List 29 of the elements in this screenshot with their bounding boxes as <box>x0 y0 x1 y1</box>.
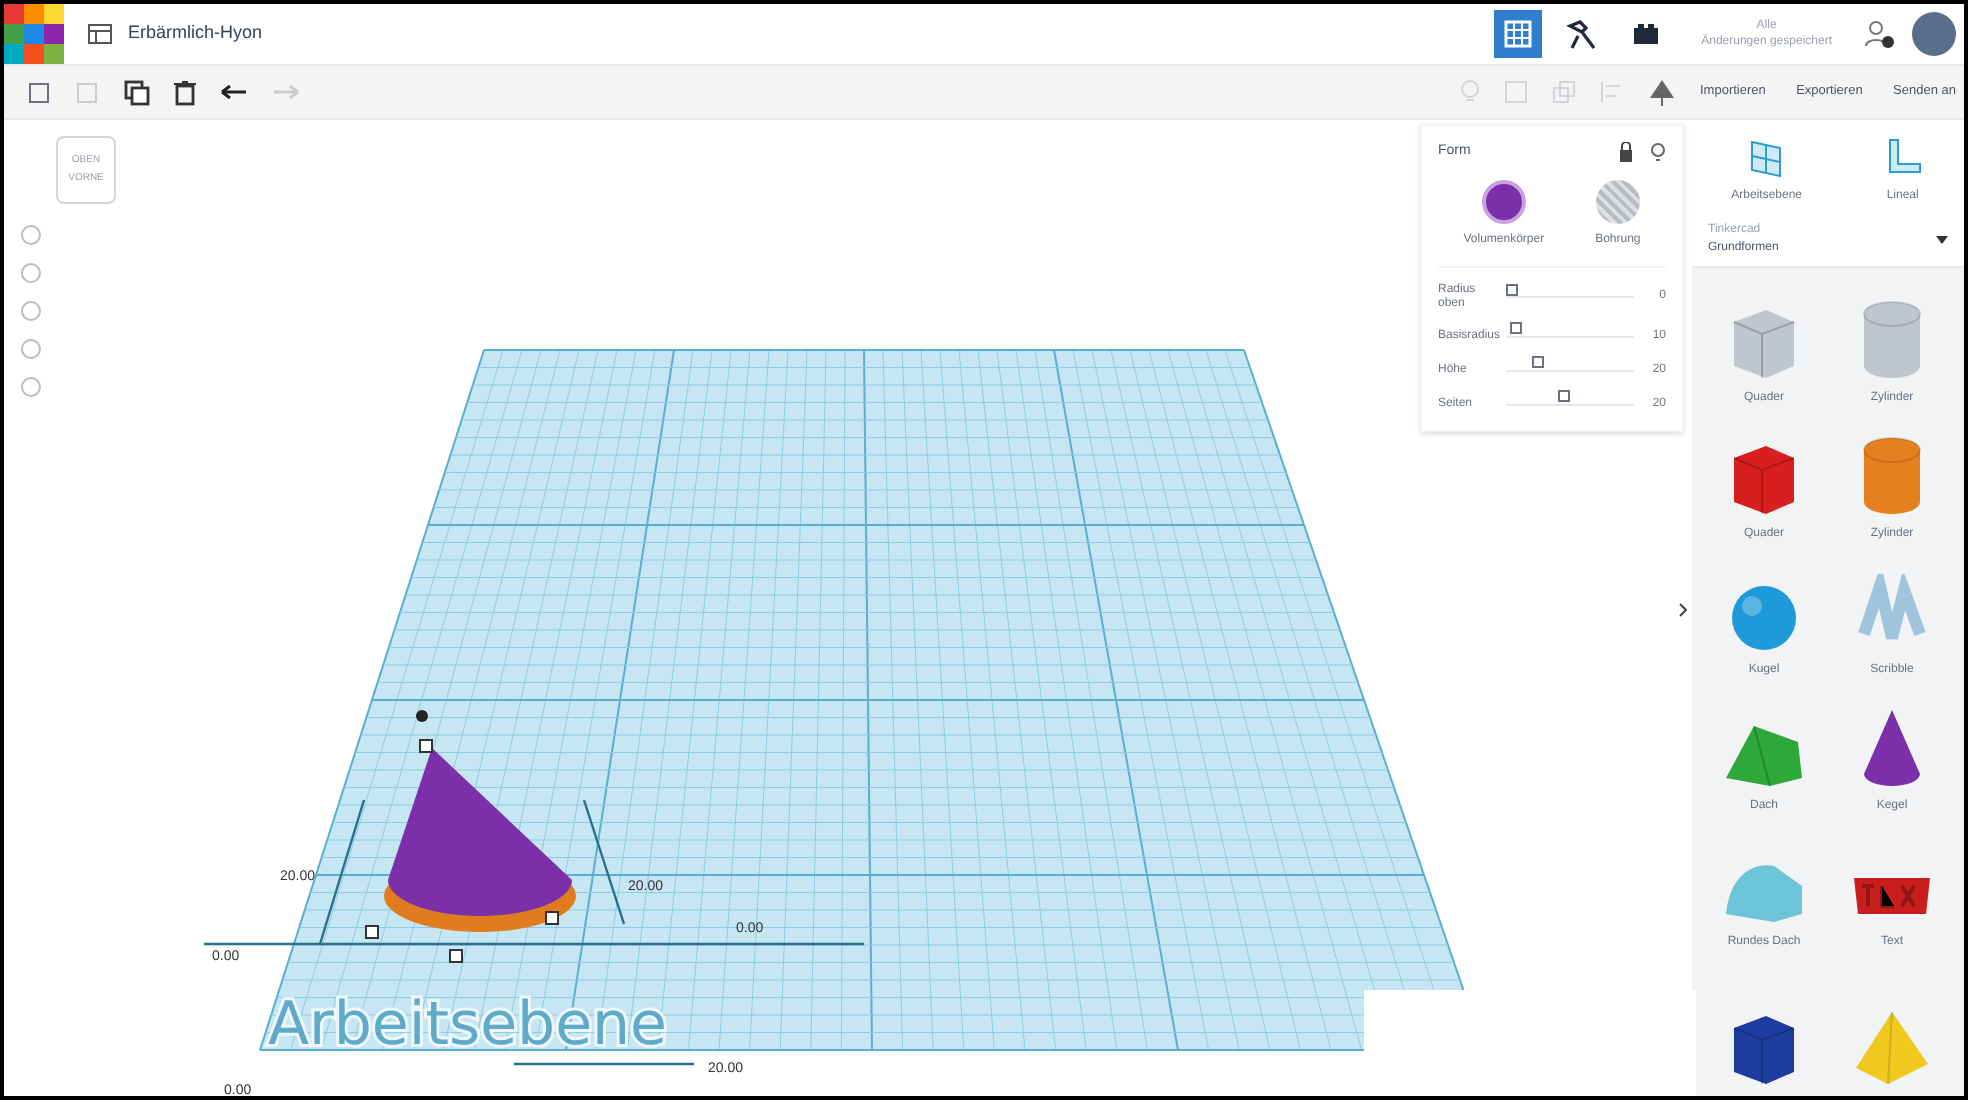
bricks-icon <box>1631 22 1660 46</box>
cone-shape[interactable] <box>384 748 576 932</box>
resize-handles[interactable] <box>365 739 559 963</box>
slider-thumb[interactable] <box>1557 390 1570 402</box>
grid-icon <box>1503 20 1532 48</box>
cylinder-shape-icon <box>1858 298 1926 382</box>
cylinder-shape-icon <box>1858 434 1926 518</box>
grid-view-button[interactable] <box>1493 10 1542 58</box>
hammer-icon <box>1565 18 1598 50</box>
duplicate-icon[interactable] <box>124 79 150 105</box>
sphere-shape-icon <box>1728 582 1800 654</box>
trash-icon[interactable] <box>174 79 196 105</box>
copy-icon[interactable] <box>28 80 52 104</box>
slider-thumb[interactable] <box>1532 356 1544 368</box>
lock-icon[interactable] <box>1618 142 1634 163</box>
user-add-icon[interactable] <box>1864 18 1896 50</box>
app-logo <box>4 4 64 64</box>
slider-thumb[interactable] <box>1506 283 1519 295</box>
cone-shape-icon <box>1860 706 1924 790</box>
slider-thumb[interactable] <box>1510 322 1523 334</box>
lightbulb-icon[interactable] <box>1650 142 1666 163</box>
design-title[interactable]: Erbärmlich-Hyon <box>128 20 263 48</box>
undo-icon[interactable] <box>220 82 248 102</box>
dropdown-caret-icon <box>1936 236 1948 244</box>
pyramid-shape-icon <box>1852 1008 1932 1088</box>
height-handle[interactable] <box>416 710 428 722</box>
grid-menu-icon[interactable] <box>88 24 112 44</box>
collapse-chevron-icon[interactable] <box>1678 602 1688 618</box>
mirror-icon[interactable] <box>1648 78 1676 106</box>
